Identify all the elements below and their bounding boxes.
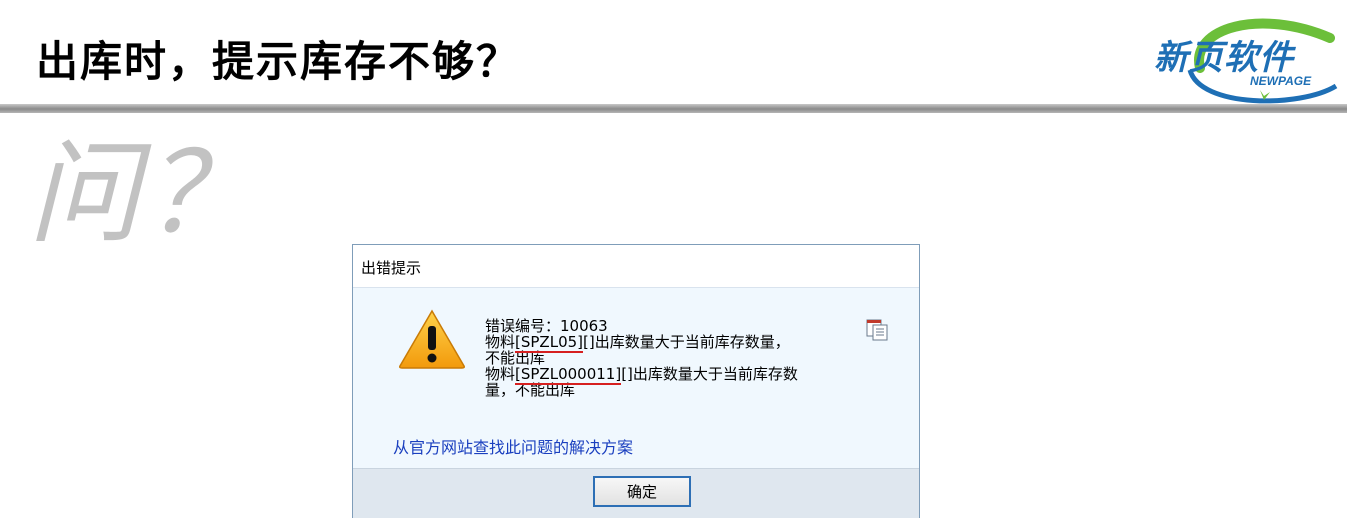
title-divider (0, 104, 1347, 113)
red-underline (515, 383, 622, 385)
logo-subtext: NEWPAGE (1250, 74, 1312, 88)
question-mark-heading: 问？ (28, 129, 260, 259)
ok-button[interactable]: 确定 (593, 476, 691, 507)
page-title: 出库时，提示库存不够？ (36, 37, 521, 86)
help-link[interactable]: 从官方网站查找此问题的解决方案 (393, 434, 633, 458)
error-message: 错误编号：10063 物料[SPZL05] []出库数量大于当前库存数量， 不能出… (485, 318, 845, 398)
error-line-2: 物料[SPZL000011] []出库数量大于当前库存数 (485, 365, 845, 385)
error-line-2-text: []出库数量大于当前库存数 (621, 365, 798, 383)
dialog-footer: 确定 (353, 468, 919, 518)
dialog-title: 出错提示 (361, 259, 422, 277)
dialog-titlebar[interactable]: 出错提示 (353, 245, 919, 288)
material-code-2: [SPZL000011] (515, 365, 622, 385)
dialog-body: 错误编号：10063 物料[SPZL05] []出库数量大于当前库存数量， 不能出… (353, 288, 919, 468)
error-number-line: 错误编号：10063 (485, 317, 608, 335)
error-dialog: 出错提示 错误编号：10063 物料[SPZL05] []出库数量大于当前库存数量… (352, 244, 920, 518)
red-underline (515, 351, 584, 353)
error-line-1-text: []出库数量大于当前库存数量， (583, 333, 790, 351)
copy-icon[interactable] (865, 318, 889, 342)
material-code-1: [SPZL05] (515, 333, 584, 353)
newpage-logo: 新页软件 NEWPAGE (1140, 8, 1340, 104)
logo-text: 新页软件 (1154, 38, 1294, 78)
error-line-1: 物料[SPZL05] []出库数量大于当前库存数量， (485, 333, 845, 353)
warning-triangle-icon (399, 309, 465, 369)
